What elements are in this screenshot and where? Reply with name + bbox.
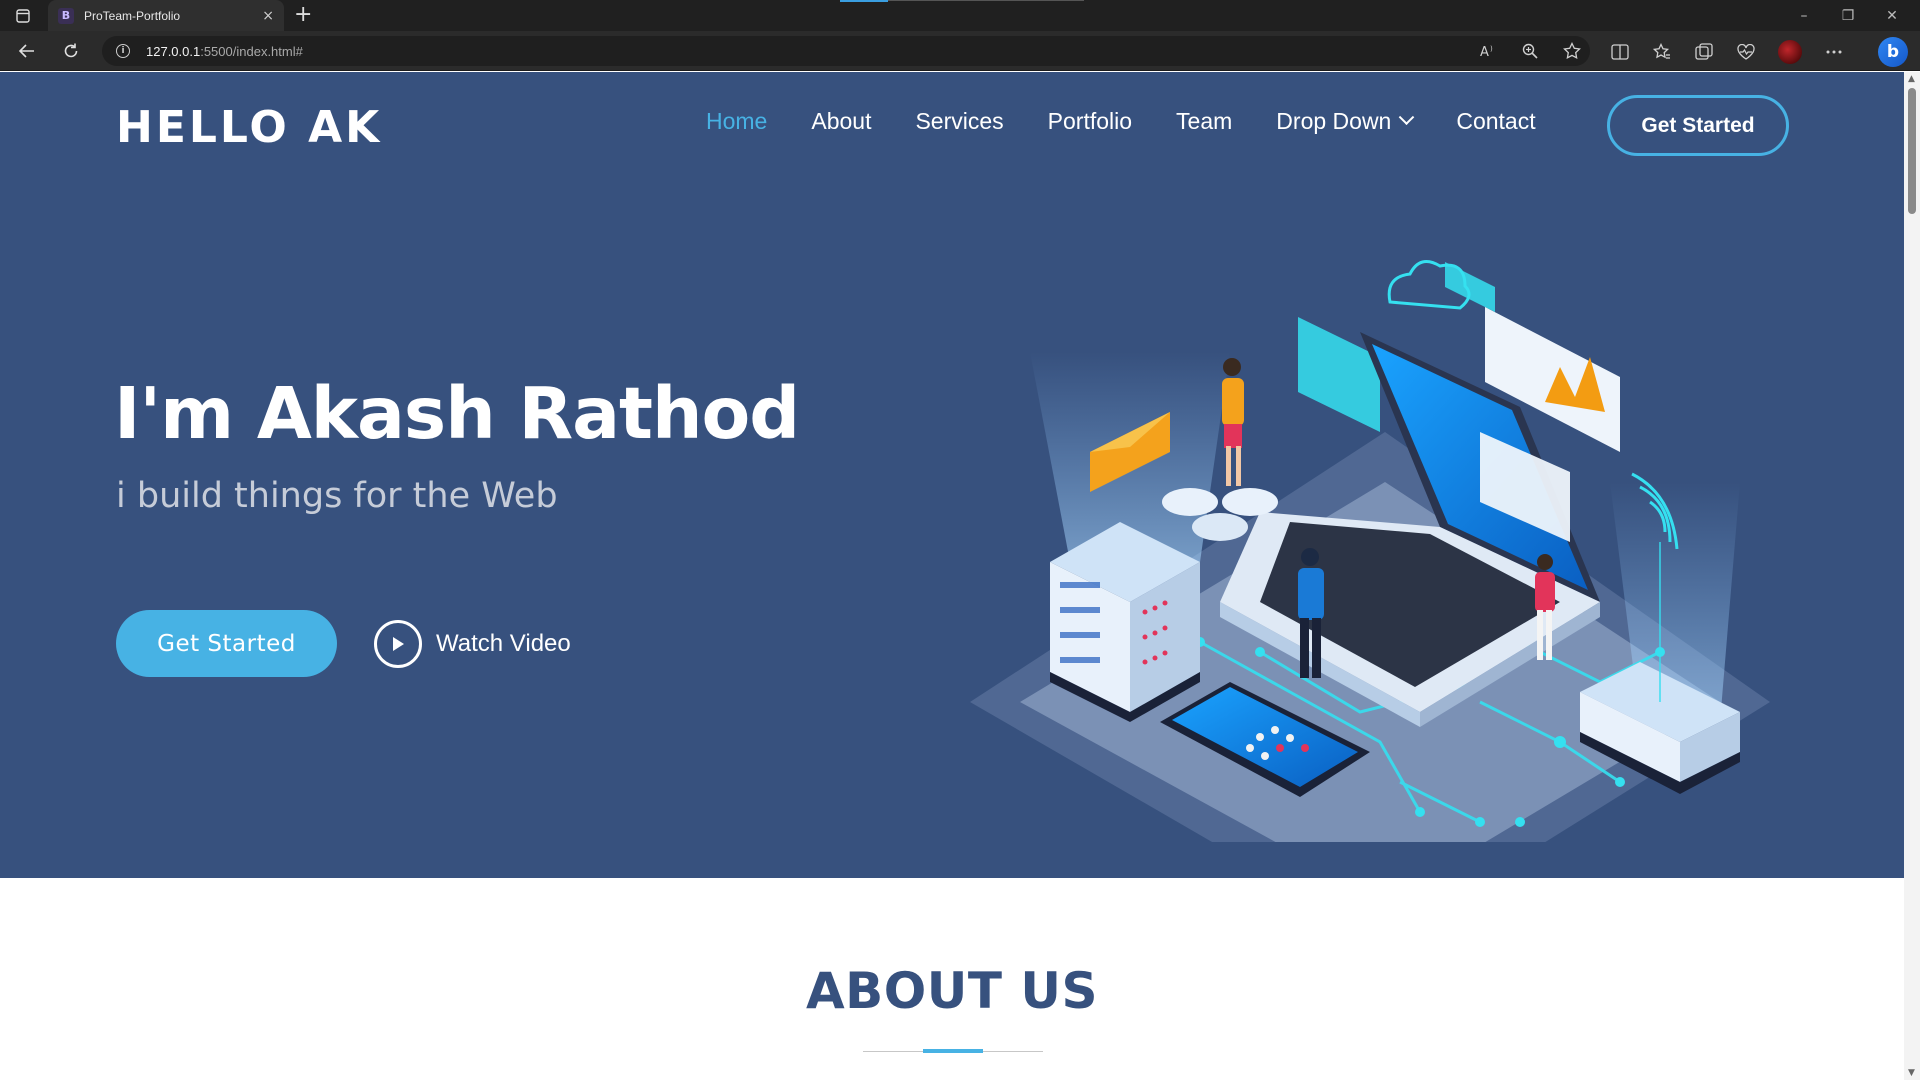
hero-title: I'm Akash Rathod: [114, 372, 800, 455]
tab-favicon-icon: B: [58, 7, 74, 24]
scroll-down-icon[interactable]: ▼: [1908, 1068, 1915, 1078]
scrollbar-thumb[interactable]: [1908, 88, 1916, 214]
back-icon[interactable]: [14, 39, 40, 63]
nav-team[interactable]: Team: [1176, 108, 1232, 135]
main-nav: Home About Services Portfolio Team Drop …: [706, 108, 1580, 135]
tab-title: ProTeam-Portfolio: [84, 8, 181, 23]
close-window-button[interactable]: ✕: [1870, 0, 1914, 31]
svg-text:): ): [1490, 45, 1493, 53]
get-started-button[interactable]: Get Started: [116, 610, 337, 677]
nav-services[interactable]: Services: [915, 108, 1003, 135]
watch-video-button[interactable]: Watch Video: [374, 620, 571, 668]
loading-track: [888, 0, 1084, 1]
site-info-icon[interactable]: i: [116, 44, 130, 58]
browser-tab[interactable]: B ProTeam-Portfolio ×: [48, 0, 284, 31]
tab-actions-icon[interactable]: [10, 6, 36, 26]
collections-icon[interactable]: [1694, 42, 1714, 62]
nav-dropdown-label: Drop Down: [1276, 108, 1392, 134]
chevron-down-icon: [1399, 109, 1415, 126]
page-scrollbar[interactable]: ▲ ▼: [1904, 72, 1920, 1080]
tab-close-icon[interactable]: ×: [262, 8, 274, 24]
restore-button[interactable]: ❐: [1826, 0, 1870, 31]
hero-subtitle: i build things for the Web: [116, 476, 558, 516]
nav-portfolio[interactable]: Portfolio: [1048, 108, 1132, 135]
hero-section: HELLO AK Home About Services Portfolio T…: [0, 72, 1904, 878]
address-toolbar: i 127.0.0.1 :5500/index.html# A) b: [0, 31, 1920, 71]
watch-video-label: Watch Video: [436, 630, 571, 657]
play-icon: [374, 620, 422, 668]
about-section-title: ABOUT US: [805, 962, 1099, 1020]
new-tab-button[interactable]: +: [294, 4, 312, 26]
copilot-icon[interactable]: b: [1878, 37, 1908, 67]
profile-avatar[interactable]: [1778, 40, 1802, 64]
scroll-up-icon[interactable]: ▲: [1908, 74, 1915, 84]
browser-essentials-icon[interactable]: [1736, 42, 1756, 62]
section-divider-accent: [923, 1049, 983, 1053]
url-path: :5500/index.html#: [200, 43, 303, 59]
zoom-icon[interactable]: [1520, 41, 1540, 61]
nav-dropdown[interactable]: Drop Down: [1276, 108, 1415, 135]
loading-indicator: [840, 0, 888, 2]
nav-home[interactable]: Home: [706, 108, 767, 135]
browser-titlebar: B ProTeam-Portfolio × + – ❐ ✕: [0, 0, 1920, 31]
nav-contact[interactable]: Contact: [1456, 108, 1535, 135]
site-logo[interactable]: HELLO AK: [116, 102, 382, 153]
split-screen-icon[interactable]: [1610, 42, 1630, 62]
read-aloud-icon[interactable]: A): [1478, 41, 1498, 61]
svg-text:A: A: [1480, 45, 1489, 59]
minimize-button[interactable]: –: [1782, 0, 1826, 31]
url-host: 127.0.0.1: [146, 43, 201, 59]
more-menu-icon[interactable]: [1824, 42, 1844, 62]
reload-icon[interactable]: [58, 39, 84, 63]
favorites-icon[interactable]: [1652, 42, 1672, 62]
page-viewport: HELLO AK Home About Services Portfolio T…: [0, 72, 1904, 1080]
address-bar[interactable]: i 127.0.0.1 :5500/index.html# A): [102, 36, 1590, 66]
nav-about[interactable]: About: [811, 108, 871, 135]
favorite-star-icon[interactable]: [1562, 41, 1582, 61]
nav-get-started-button[interactable]: Get Started: [1607, 95, 1789, 156]
hero-illustration: [970, 260, 1770, 842]
